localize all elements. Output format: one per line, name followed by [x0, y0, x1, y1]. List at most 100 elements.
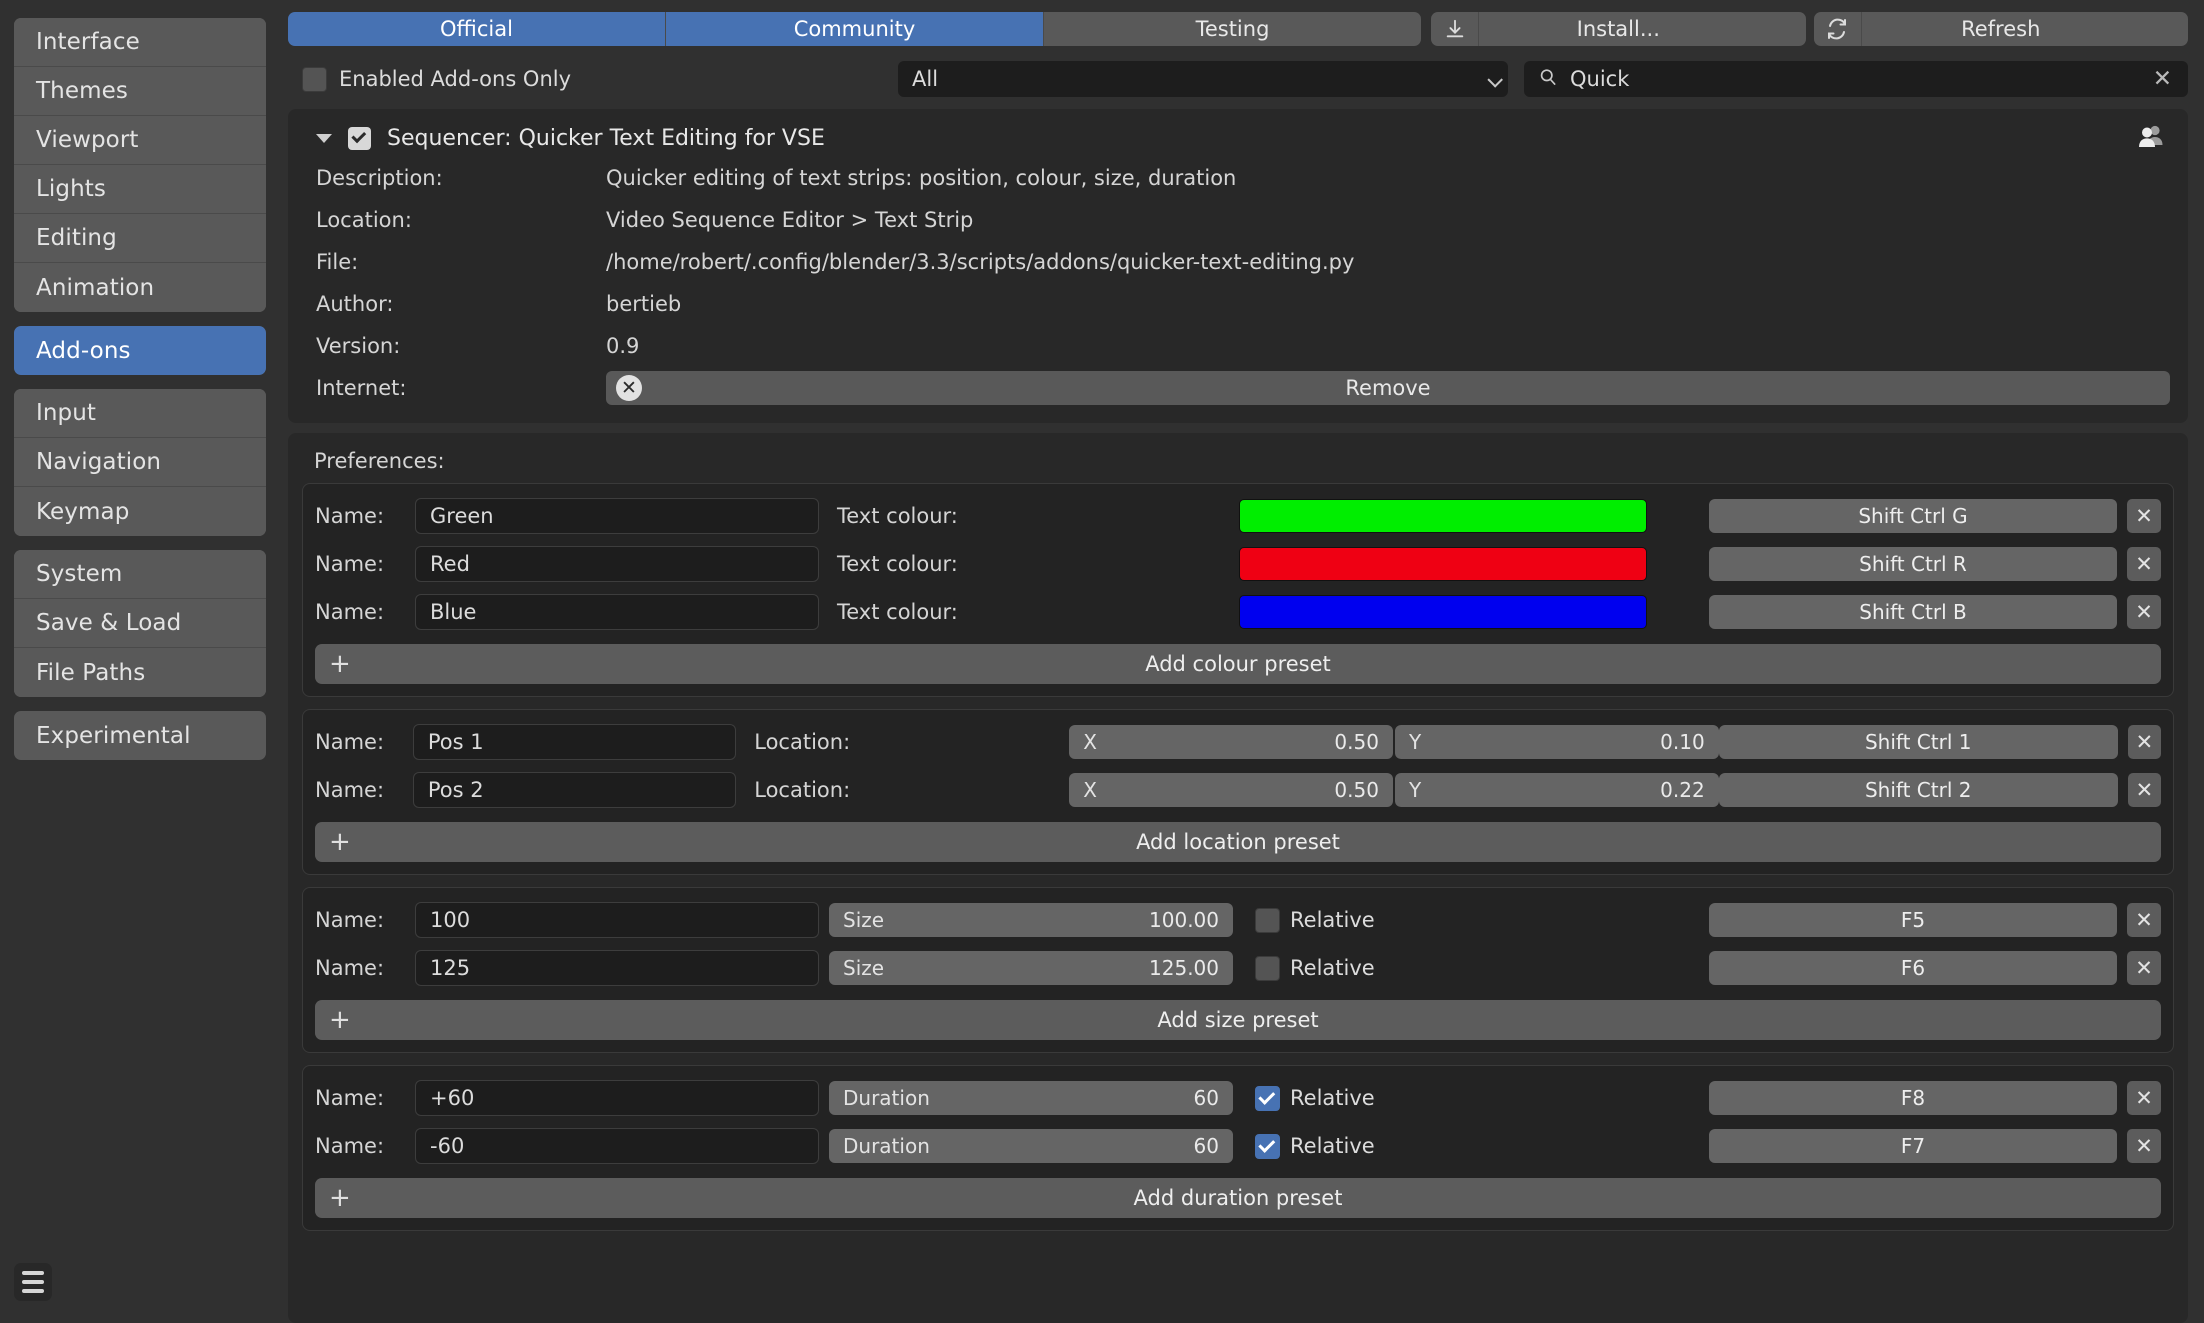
relative-checkbox[interactable]: [1255, 955, 1280, 981]
remove-preset-button[interactable]: ✕: [2127, 725, 2161, 759]
duration-relative-toggle[interactable]: Relative: [1233, 1085, 1523, 1111]
remove-preset-button[interactable]: ✕: [2127, 773, 2161, 807]
shortcut-button[interactable]: F7: [1709, 1129, 2117, 1163]
relative-checkbox[interactable]: [1255, 1085, 1280, 1111]
shortcut-button[interactable]: F8: [1709, 1081, 2117, 1115]
sidebar-item-label: Animation: [36, 274, 155, 301]
shortcut-button[interactable]: Shift Ctrl G: [1709, 499, 2117, 533]
shortcut-button[interactable]: Shift Ctrl 1: [1718, 725, 2118, 759]
duration-value-field[interactable]: Duration 60: [829, 1129, 1233, 1163]
add-duration-preset-button[interactable]: + Add duration preset: [315, 1178, 2161, 1218]
tab-testing[interactable]: Testing: [1044, 12, 1421, 46]
remove-preset-button[interactable]: ✕: [2127, 1129, 2161, 1163]
enabled-addons-only-toggle[interactable]: Enabled Add-ons Only: [288, 66, 898, 92]
addon-card: Sequencer: Quicker Text Editing for VSE …: [288, 109, 2188, 423]
location-x-field[interactable]: X 0.50: [1069, 773, 1393, 807]
sidebar-item-label: Save & Load: [36, 610, 182, 636]
tab-official[interactable]: Official: [288, 12, 666, 46]
sidebar-item-keymap[interactable]: Keymap: [14, 487, 266, 536]
shortcut-button[interactable]: Shift Ctrl B: [1709, 595, 2117, 629]
shortcut-label: F7: [1900, 1134, 1926, 1158]
sidebar-item-input[interactable]: Input: [14, 389, 266, 438]
input-value: Red: [430, 552, 470, 576]
remove-preset-button[interactable]: ✕: [2127, 903, 2161, 937]
add-colour-preset-button[interactable]: + Add colour preset: [315, 644, 2161, 684]
install-button[interactable]: Install...: [1431, 12, 1806, 46]
field-key: Description:: [316, 166, 443, 190]
addon-source-tabs: Official Community Testing: [288, 12, 1421, 46]
input-value: Pos 1: [427, 730, 484, 754]
relative-checkbox[interactable]: [1255, 907, 1280, 933]
add-location-preset-button[interactable]: + Add location preset: [315, 822, 2161, 862]
colour-name-input[interactable]: Green: [415, 498, 819, 534]
size-name-input[interactable]: 100: [415, 902, 819, 938]
chevron-down-icon[interactable]: [316, 133, 332, 143]
shortcut-button[interactable]: F5: [1709, 903, 2117, 937]
add-button-label: Add location preset: [1136, 830, 1340, 854]
remove-preset-button[interactable]: ✕: [2127, 1081, 2161, 1115]
shortcut-button[interactable]: Shift Ctrl 2: [1718, 773, 2118, 807]
size-value-field[interactable]: Size 125.00: [829, 951, 1233, 985]
size-relative-toggle[interactable]: Relative: [1233, 955, 1523, 981]
tab-community[interactable]: Community: [666, 12, 1044, 46]
colour-name-input[interactable]: Red: [415, 546, 819, 582]
shortcut-label: F5: [1900, 908, 1926, 932]
relative-checkbox[interactable]: [1255, 1133, 1280, 1159]
sidebar-item-viewport[interactable]: Viewport: [14, 116, 266, 165]
sidebar-item-navigation[interactable]: Navigation: [14, 438, 266, 487]
colour-name-input[interactable]: Blue: [415, 594, 819, 630]
duration-name-input[interactable]: -60: [415, 1128, 819, 1164]
sidebar-item-lights[interactable]: Lights: [14, 165, 266, 214]
hamburger-bar: [22, 1289, 44, 1293]
refresh-label: Refresh: [1961, 17, 2041, 41]
hamburger-menu-icon[interactable]: [14, 1263, 52, 1301]
addon-field-description: Description: Quicker editing of text str…: [304, 157, 2172, 199]
location-y-field[interactable]: Y 0.22: [1394, 773, 1719, 807]
size-value-field[interactable]: Size 100.00: [829, 903, 1233, 937]
duration-relative-toggle[interactable]: Relative: [1233, 1133, 1523, 1159]
location-y-field[interactable]: Y 0.10: [1394, 725, 1719, 759]
category-dropdown[interactable]: All: [898, 61, 1508, 97]
sidebar-item-add-ons[interactable]: Add-ons: [14, 326, 266, 375]
duration-name-input[interactable]: +60: [415, 1080, 819, 1116]
size-relative-toggle[interactable]: Relative: [1233, 907, 1523, 933]
remove-preset-button[interactable]: ✕: [2127, 547, 2161, 581]
sidebar-item-interface[interactable]: Interface: [14, 18, 266, 67]
addon-enable-checkbox[interactable]: [348, 126, 371, 150]
colour-swatch[interactable]: [1239, 595, 1647, 629]
colour-swatch[interactable]: [1239, 499, 1647, 533]
shortcut-button[interactable]: Shift Ctrl R: [1709, 547, 2117, 581]
sidebar-item-editing[interactable]: Editing: [14, 214, 266, 263]
sidebar-item-file-paths[interactable]: File Paths: [14, 648, 266, 697]
add-size-preset-button[interactable]: + Add size preset: [315, 1000, 2161, 1040]
duration-preset-row: Name: +60 Duration 60 Relative F8 ✕: [315, 1076, 2161, 1120]
remove-preset-button[interactable]: ✕: [2127, 499, 2161, 533]
search-input[interactable]: Quick ✕: [1524, 61, 2188, 97]
remove-preset-button[interactable]: ✕: [2127, 595, 2161, 629]
size-name-input[interactable]: 125: [415, 950, 819, 986]
sidebar-item-system[interactable]: System: [14, 550, 266, 599]
duration-preset-group: Name: +60 Duration 60 Relative F8 ✕ Name…: [302, 1065, 2174, 1231]
sidebar-item-themes[interactable]: Themes: [14, 67, 266, 116]
name-label: Name:: [315, 504, 385, 528]
close-icon[interactable]: ✕: [2147, 66, 2178, 92]
shortcut-label: F8: [1900, 1086, 1926, 1110]
shortcut-label: Shift Ctrl B: [1859, 600, 1967, 624]
enabled-addons-only-checkbox[interactable]: [302, 66, 327, 92]
field-value: /home/robert/.config/blender/3.3/scripts…: [606, 250, 1355, 274]
refresh-button[interactable]: Refresh: [1813, 12, 2188, 46]
sidebar-item-animation[interactable]: Animation: [14, 263, 266, 312]
sidebar-group-addons: Add-ons: [14, 326, 266, 375]
remove-button[interactable]: ✕ Remove: [606, 371, 2170, 405]
location-name-input[interactable]: Pos 2: [412, 772, 737, 808]
plus-icon: +: [329, 827, 351, 857]
location-name-input[interactable]: Pos 1: [412, 724, 737, 760]
colour-swatch[interactable]: [1239, 547, 1647, 581]
remove-preset-button[interactable]: ✕: [2127, 951, 2161, 985]
duration-value-field[interactable]: Duration 60: [829, 1081, 1233, 1115]
sidebar-item-save-and-load[interactable]: Save & Load: [14, 599, 266, 648]
addon-field-location: Location: Video Sequence Editor > Text S…: [304, 199, 2172, 241]
sidebar-item-experimental[interactable]: Experimental: [14, 711, 266, 760]
shortcut-button[interactable]: F6: [1709, 951, 2117, 985]
location-x-field[interactable]: X 0.50: [1069, 725, 1393, 759]
